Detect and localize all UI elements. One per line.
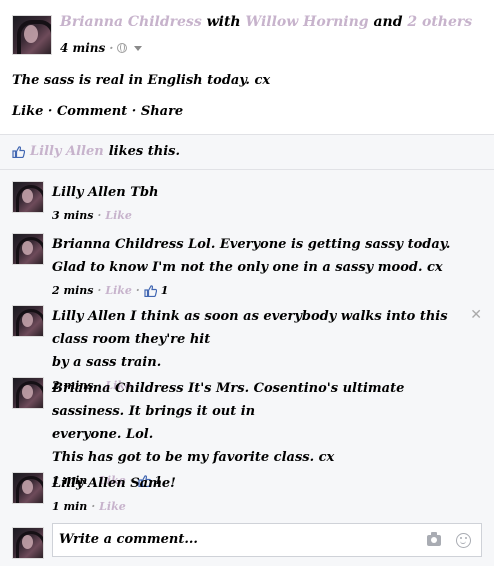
commenter-name-link[interactable]: Brianna Childress (52, 237, 184, 252)
comment-timestamp[interactable]: 1 min (52, 495, 87, 518)
meta-separator: · (97, 209, 102, 222)
comment-text: Lol. Everyone is getting sassy today. (188, 237, 451, 252)
commenter-avatar[interactable] (12, 181, 44, 213)
post-timestamp[interactable]: 4 mins (60, 41, 105, 55)
globe-icon (117, 43, 128, 53)
comment-text: Same! (130, 476, 176, 491)
commenter-name-link[interactable]: Brianna Childress (52, 381, 184, 396)
feedback-section: Lilly Allen likes this. Lilly Allen Tbh … (0, 134, 494, 566)
author-avatar[interactable] (12, 15, 52, 55)
meta-separator: · (97, 284, 102, 297)
commenter-avatar[interactable] (12, 472, 44, 504)
with-text: with (206, 14, 241, 30)
current-user-avatar (12, 527, 44, 559)
thumbs-up-icon (144, 284, 157, 297)
comment-box[interactable] (52, 523, 482, 557)
action-separator: · (131, 104, 137, 119)
comment-body: Lilly Allen Tbh 3 mins · Like (52, 181, 462, 227)
share-button[interactable]: Share (141, 104, 183, 119)
thumbs-up-icon (12, 145, 25, 158)
meta-separator: · (91, 500, 96, 513)
emoji-icon[interactable] (456, 533, 471, 548)
comment-button[interactable]: Comment (57, 104, 127, 119)
liker-name-link[interactable]: Lilly Allen (30, 144, 104, 159)
others-link[interactable]: 2 others (407, 14, 472, 30)
commenter-name-link[interactable]: Lilly Allen (52, 309, 126, 324)
post: Brianna Childress with Willow Horning an… (0, 0, 494, 134)
close-icon[interactable]: ✕ (470, 307, 482, 323)
meta-separator: · (135, 284, 140, 297)
action-separator: · (47, 104, 53, 119)
commenter-avatar[interactable] (12, 377, 44, 409)
comment-timestamp[interactable]: 3 mins (52, 204, 94, 227)
comment-like-count[interactable]: 1 (161, 279, 169, 302)
comment-body: Lilly Allen Same! 1 min · Like (52, 472, 462, 518)
commenter-name-link[interactable]: Lilly Allen (52, 476, 126, 491)
comment-timestamp[interactable]: 2 mins (52, 279, 94, 302)
chevron-down-icon[interactable] (134, 45, 143, 51)
commenter-avatar[interactable] (12, 305, 44, 337)
like-button[interactable]: Like (12, 104, 43, 119)
post-actions: Like · Comment · Share (12, 104, 183, 119)
comment-text: Tbh (130, 185, 159, 200)
post-meta: 4 mins · (60, 41, 143, 55)
comment-body: Brianna Childress Lol. Everyone is getti… (52, 233, 462, 302)
comment-text-line: Glad to know I'm not the only one in a s… (52, 260, 443, 275)
post-header: Brianna Childress with Willow Horning an… (60, 14, 472, 30)
comment-text-line: by a sass train. (52, 355, 162, 370)
meta-separator: · (109, 41, 114, 55)
comment-like-button[interactable]: Like (105, 204, 132, 227)
tagged-person-link[interactable]: Willow Horning (245, 14, 368, 30)
divider (0, 169, 494, 170)
comment-input[interactable] (59, 532, 399, 547)
likes-suffix: likes this. (108, 144, 180, 159)
reply-composer (0, 523, 494, 566)
comment-text-line: everyone. Lol. (52, 427, 154, 442)
comment-like-button[interactable]: Like (99, 495, 126, 518)
comment-like-button[interactable]: Like (105, 279, 132, 302)
and-text: and (373, 14, 403, 30)
post-text: The sass is real in English today. cx (12, 73, 271, 88)
commenter-avatar[interactable] (12, 233, 44, 265)
commenter-name-link[interactable]: Lilly Allen (52, 185, 126, 200)
camera-icon[interactable] (427, 532, 441, 546)
comment-text-line: This has got to be my favorite class. cx (52, 450, 335, 465)
author-name-link[interactable]: Brianna Childress (60, 14, 202, 30)
likes-summary: Lilly Allen likes this. (12, 144, 180, 159)
